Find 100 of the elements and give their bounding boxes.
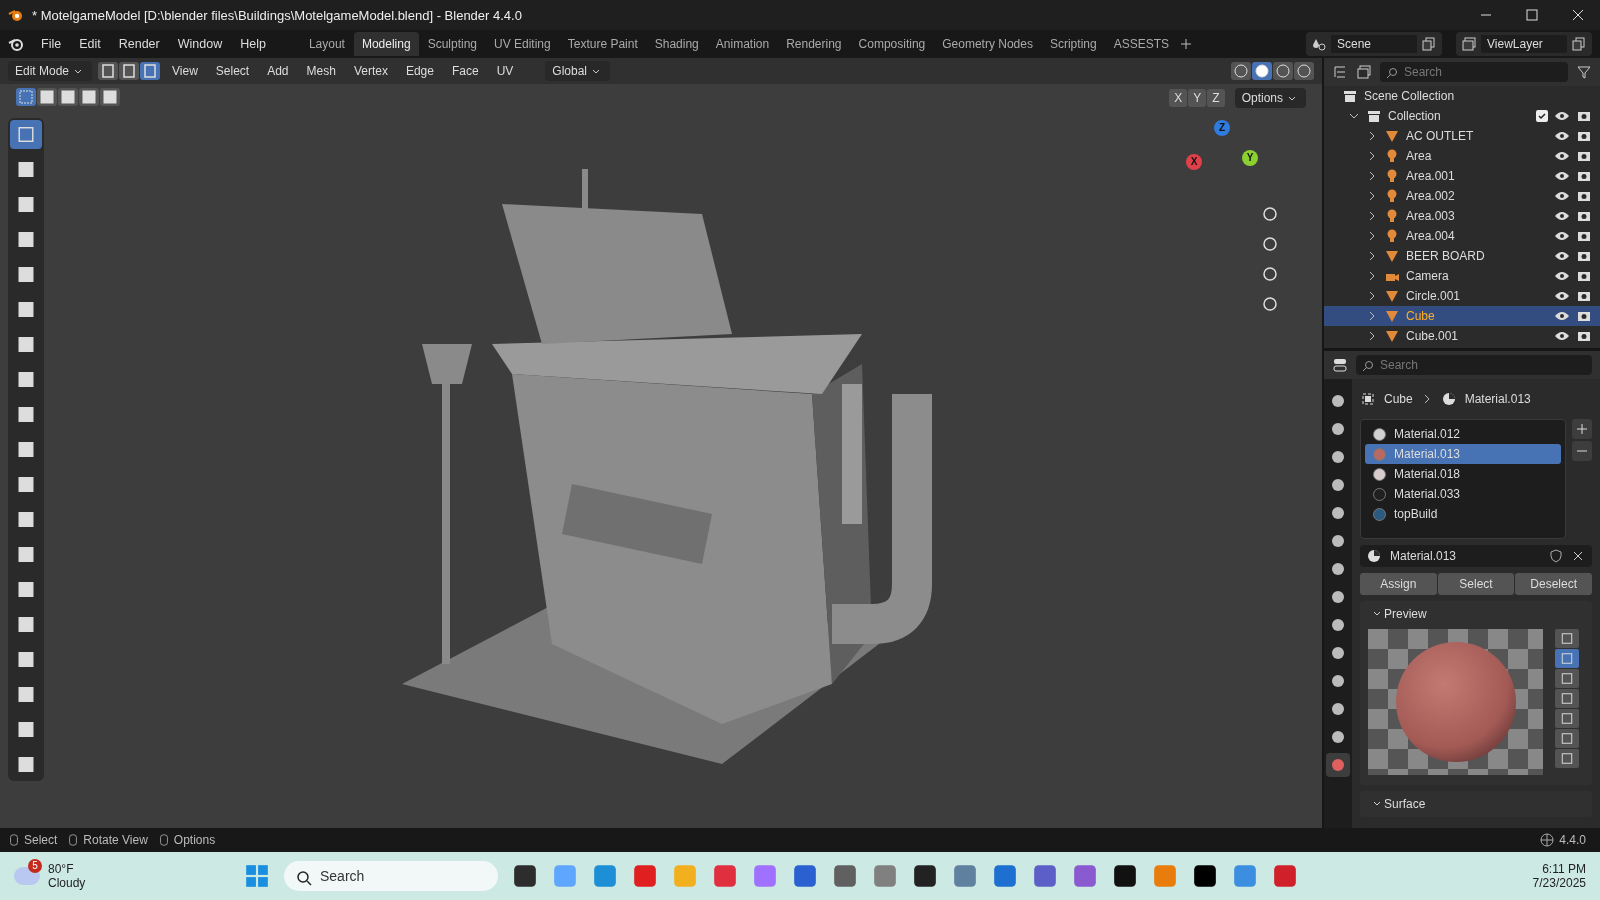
display-mode-icon[interactable] <box>1332 64 1348 80</box>
material-slot[interactable]: topBuild <box>1365 504 1561 524</box>
mirror-axis-toggle[interactable]: Z <box>1207 89 1225 107</box>
app-icon[interactable] <box>1192 863 1218 889</box>
menu-item[interactable]: Help <box>233 37 273 51</box>
preview-shape-icon[interactable] <box>1555 749 1579 768</box>
menu-item[interactable]: Face <box>445 64 485 78</box>
outliner-row[interactable]: Camera <box>1324 266 1600 286</box>
tool-icon[interactable] <box>10 120 42 149</box>
menu-item[interactable]: Select <box>209 64 256 78</box>
x-axis-handle[interactable]: X <box>1186 154 1202 170</box>
search-field[interactable]: Search <box>1380 62 1568 82</box>
preview-shape-icon[interactable] <box>1555 649 1579 668</box>
menu-item[interactable]: Render <box>111 37 167 51</box>
editor-type-icon[interactable] <box>1332 357 1348 373</box>
selection-mode-icon[interactable] <box>16 88 36 106</box>
workspace-tab[interactable]: Texture Paint <box>559 32 646 56</box>
preview-shape-icon[interactable] <box>1555 669 1579 688</box>
outliner-item[interactable]: AC OUTLET <box>1406 129 1474 143</box>
workspace-tab[interactable]: ASSESTS <box>1105 32 1177 56</box>
z-axis-handle[interactable]: Z <box>1214 120 1230 136</box>
orientation-dropdown[interactable]: Global <box>545 61 610 81</box>
outliner-row[interactable]: Cube.001 <box>1324 326 1600 346</box>
outliner-item[interactable]: Area <box>1406 149 1432 163</box>
workspace-tab[interactable]: Rendering <box>778 32 850 56</box>
selection-mode-icon[interactable] <box>37 88 57 106</box>
workspace-tab[interactable]: UV Editing <box>486 32 559 56</box>
material-slot[interactable]: Material.018 <box>1365 464 1561 484</box>
menu-item[interactable]: Add <box>261 64 295 78</box>
outliner-item[interactable]: Area.003 <box>1406 209 1455 223</box>
outliner-item[interactable]: Camera <box>1406 269 1449 283</box>
outliner-item[interactable]: Scene Collection <box>1364 89 1455 103</box>
outliner-row[interactable]: Area.003 <box>1324 206 1600 226</box>
shading-mode-icon[interactable] <box>1294 62 1314 80</box>
copy-icon[interactable] <box>1571 36 1587 52</box>
app-icon[interactable] <box>512 863 538 889</box>
preview-shape-icon[interactable] <box>1555 709 1579 728</box>
menu-item[interactable]: Vertex <box>347 64 394 78</box>
material-slot[interactable]: Material.033 <box>1365 484 1561 504</box>
mirror-axis-toggle[interactable]: X <box>1169 89 1188 107</box>
panel-header[interactable]: Preview <box>1384 607 1427 621</box>
outliner-item[interactable]: Circle.001 <box>1406 289 1461 303</box>
app-icon[interactable] <box>912 863 938 889</box>
workspace-tab[interactable]: Scripting <box>1041 32 1105 56</box>
shading-mode-icon[interactable] <box>1252 62 1272 80</box>
outliner-item[interactable]: Area.002 <box>1406 189 1455 203</box>
select-mode-icon[interactable] <box>119 62 140 80</box>
shading-mode-icon[interactable] <box>1231 62 1251 80</box>
maximize-icon[interactable] <box>1524 7 1540 23</box>
selection-mode-icon[interactable] <box>79 88 99 106</box>
properties-tab-icon[interactable] <box>1326 753 1350 777</box>
select-mode-icon[interactable] <box>140 62 161 80</box>
outliner-row[interactable]: Area.004 <box>1324 226 1600 246</box>
outliner-row[interactable]: Circle.001 <box>1324 286 1600 306</box>
outliner-item[interactable]: Area.004 <box>1406 229 1455 243</box>
menu-item[interactable]: Edit <box>72 37 108 51</box>
add-icon[interactable] <box>1178 36 1194 52</box>
material-action-button[interactable]: Deselect <box>1515 573 1592 595</box>
material-action-button[interactable]: Select <box>1437 573 1515 595</box>
workspace-tab[interactable]: Compositing <box>850 32 934 56</box>
workspace-tab[interactable]: Geometry Nodes <box>934 32 1041 56</box>
outliner-item[interactable]: Area.001 <box>1406 169 1455 183</box>
outliner-item[interactable]: Cube.001 <box>1406 329 1459 343</box>
outliner-row[interactable]: Area.001 <box>1324 166 1600 186</box>
cloud-icon[interactable] <box>14 867 40 885</box>
menu-item[interactable]: Window <box>170 37 230 51</box>
start-icon[interactable] <box>244 863 270 889</box>
outliner-row[interactable]: Cube <box>1324 306 1600 326</box>
copy-icon[interactable] <box>1421 36 1437 52</box>
workspace-tab[interactable]: Animation <box>707 32 778 56</box>
outliner-row[interactable]: Area.002 <box>1324 186 1600 206</box>
workspace-tab[interactable]: Shading <box>646 32 707 56</box>
menu-item[interactable]: View <box>166 64 204 78</box>
menu-item[interactable]: Edge <box>399 64 440 78</box>
material-slot[interactable]: Material.012 <box>1365 424 1561 444</box>
app-icon[interactable] <box>1112 863 1138 889</box>
blender-logo-icon[interactable] <box>8 36 24 52</box>
mode-dropdown[interactable]: Edit Mode <box>8 61 93 81</box>
mirror-axis-toggle[interactable]: Y <box>1188 89 1207 107</box>
menu-item[interactable]: Mesh <box>300 64 342 78</box>
checkbox-icon[interactable] <box>1536 110 1548 122</box>
taskbar-search-field[interactable]: Search <box>284 861 498 891</box>
remove-slot-button[interactable] <box>1572 441 1592 461</box>
outliner-item[interactable]: Cube <box>1406 309 1435 323</box>
material-browse-icon[interactable] <box>1366 548 1382 564</box>
options-dropdown[interactable]: Options <box>1234 88 1306 108</box>
shading-mode-icon[interactable] <box>1273 62 1293 80</box>
panel-header[interactable]: Surface <box>1384 797 1426 811</box>
scene-field[interactable]: Scene <box>1331 35 1417 53</box>
view-layer-field[interactable]: ViewLayer <box>1481 35 1567 53</box>
outliner-row[interactable]: BEER BOARD <box>1324 246 1600 266</box>
select-mode-icon[interactable] <box>98 62 119 80</box>
outliner-row[interactable]: AC OUTLET <box>1324 126 1600 146</box>
workspace-tab[interactable]: Modeling <box>353 32 419 56</box>
workspace-tab[interactable]: Sculpting <box>419 32 485 56</box>
preview-shape-icon[interactable] <box>1555 689 1579 708</box>
preview-shape-icon[interactable] <box>1555 729 1579 748</box>
material-slot[interactable]: Material.013 <box>1365 444 1561 464</box>
outliner-item[interactable]: BEER BOARD <box>1406 249 1485 263</box>
selection-mode-icon[interactable] <box>58 88 78 106</box>
